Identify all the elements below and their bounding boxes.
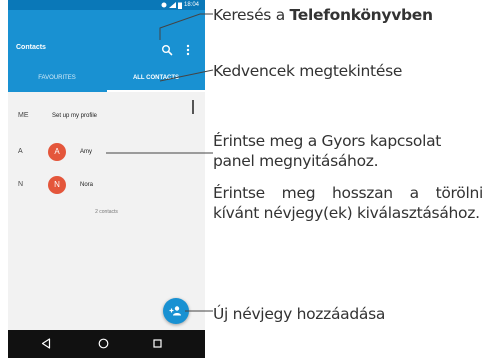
contact-list: ME Set up my profile A A Amy N N Nora 2 … xyxy=(8,92,205,330)
status-bar: 18:04 xyxy=(8,0,205,10)
status-icons: 18:04 xyxy=(161,1,199,9)
navigation-bar xyxy=(8,330,205,358)
tab-bar: FAVOURITES ALL CONTACTS xyxy=(8,70,205,92)
callout-quick-contact-line2: panel megnyitásához. xyxy=(213,152,379,170)
contact-name: Amy xyxy=(80,149,92,155)
profile-row[interactable]: ME Set up my profile xyxy=(8,103,205,129)
contacts-count: 2 contacts xyxy=(95,209,118,215)
callout-favourites: Kedvencek megtekintése xyxy=(213,62,403,80)
section-letter: A xyxy=(18,148,23,155)
contact-row[interactable]: N N Nora xyxy=(8,172,205,198)
app-bar: Contacts xyxy=(8,10,205,70)
app-title: Contacts xyxy=(16,44,46,51)
search-icon[interactable] xyxy=(161,44,173,56)
avatar[interactable]: A xyxy=(48,143,66,161)
notification-icon xyxy=(161,2,167,8)
callout-search-text: Keresés a xyxy=(213,6,290,24)
callout-search: Keresés a Telefonkönyvben xyxy=(213,5,433,25)
profile-setup-label: Set up my profile xyxy=(52,113,98,119)
section-letter: ME xyxy=(18,112,29,119)
section-letter: N xyxy=(18,181,24,188)
add-person-icon xyxy=(169,306,181,316)
tab-favourites[interactable]: FAVOURITES xyxy=(8,70,106,92)
back-icon[interactable] xyxy=(41,338,51,349)
contact-name: Nora xyxy=(80,182,94,188)
status-time: 18:04 xyxy=(183,2,199,8)
callout-quick-contact-line1: Érintse meg a Gyors kapcsolat xyxy=(213,132,442,150)
phone-screen: 18:04 Contacts FAVOURITES ALL CONTACTS M… xyxy=(8,0,205,358)
callout-search-bold: Telefonkönyvben xyxy=(289,6,434,24)
callout-add-contact: Új névjegy hozzáadása xyxy=(213,305,386,323)
callout-quick-contact: Érintse meg a Gyors kapcsolat panel megn… xyxy=(213,131,441,171)
home-icon[interactable] xyxy=(98,338,109,349)
signal-icon xyxy=(168,2,176,8)
callout-long-press: Érintse meg hosszan a törölni kívánt név… xyxy=(213,184,483,222)
battery-icon xyxy=(177,2,182,9)
more-vert-icon[interactable] xyxy=(184,43,192,57)
add-contact-button[interactable] xyxy=(163,298,189,324)
contact-row[interactable]: A A Amy xyxy=(8,139,205,165)
avatar[interactable]: N xyxy=(48,176,66,194)
recents-icon[interactable] xyxy=(153,339,162,348)
tab-all-contacts[interactable]: ALL CONTACTS xyxy=(107,70,205,92)
